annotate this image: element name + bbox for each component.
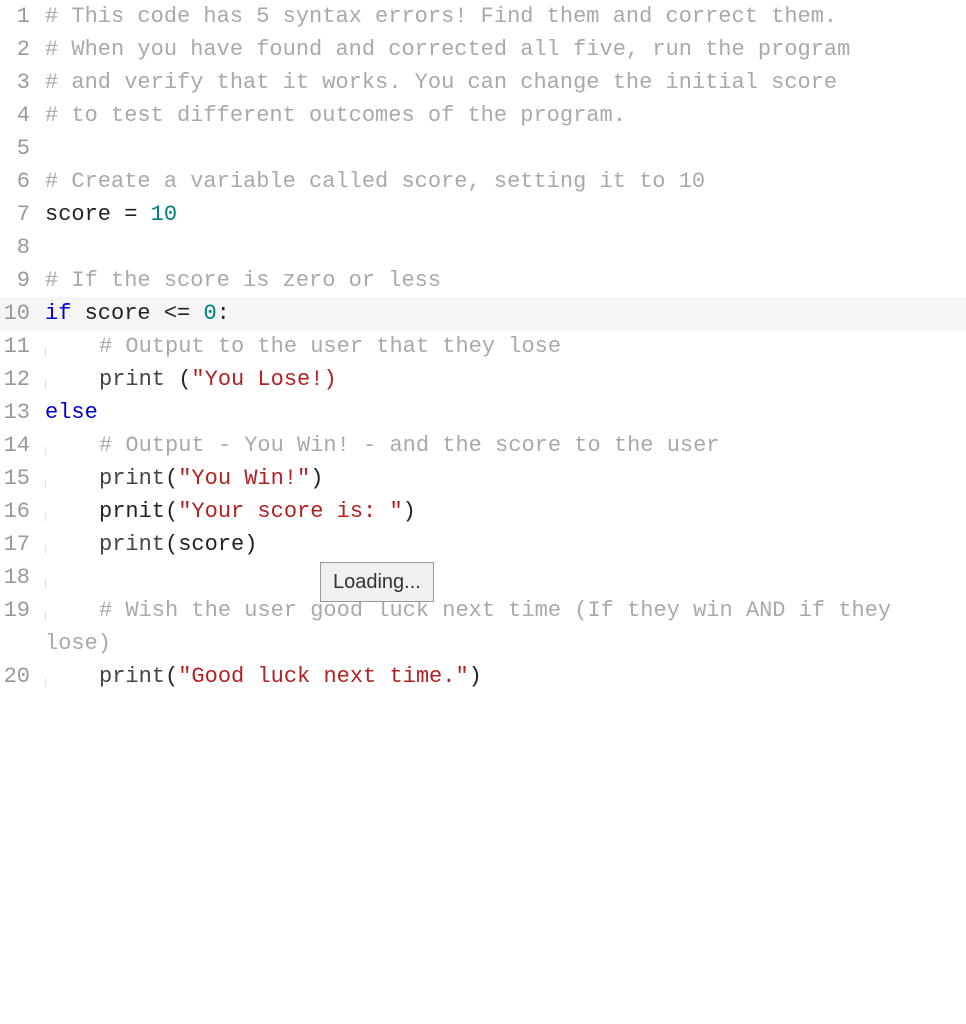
code-line[interactable]: 9# If the score is zero or less bbox=[0, 264, 966, 297]
code-content[interactable]: # Create a variable called score, settin… bbox=[45, 165, 966, 198]
code-editor[interactable]: 1# This code has 5 syntax errors! Find t… bbox=[0, 0, 966, 693]
token-number: 10 bbox=[151, 202, 177, 227]
code-line[interactable]: 4# to test different outcomes of the pro… bbox=[0, 99, 966, 132]
token-paren: ) bbox=[310, 466, 323, 491]
line-number: 4 bbox=[0, 99, 45, 132]
token-comment: # Create a variable called score, settin… bbox=[45, 169, 705, 194]
token-comment: # When you have found and corrected all … bbox=[45, 37, 850, 62]
line-number: 12 bbox=[0, 363, 45, 396]
token-comment: # Wish the user good luck next time (If … bbox=[45, 598, 904, 656]
code-content[interactable]: # When you have found and corrected all … bbox=[45, 33, 966, 66]
line-number: 8 bbox=[0, 231, 45, 264]
token-number: 0 bbox=[203, 301, 216, 326]
line-number: 11 bbox=[0, 330, 45, 363]
code-line[interactable]: 7score = 10 bbox=[0, 198, 966, 231]
code-line[interactable]: 10if score <= 0: bbox=[0, 297, 966, 330]
token-operator: <= bbox=[164, 301, 204, 326]
token-paren: ( bbox=[165, 664, 178, 689]
token-comment: # to test different outcomes of the prog… bbox=[45, 103, 626, 128]
code-line[interactable]: 6# Create a variable called score, setti… bbox=[0, 165, 966, 198]
code-content[interactable]: score = 10 bbox=[45, 198, 966, 231]
line-number: 10 bbox=[0, 297, 45, 330]
code-content[interactable]: # This code has 5 syntax errors! Find th… bbox=[45, 0, 966, 33]
token-builtin: print bbox=[99, 466, 165, 491]
code-content[interactable]: # Wish the user good luck next time (If … bbox=[45, 594, 966, 660]
code-line[interactable]: 11 # Output to the user that they lose bbox=[0, 330, 966, 363]
code-line[interactable]: 15print("You Win!") bbox=[0, 462, 966, 495]
token-string: "Your score is: " bbox=[178, 499, 402, 524]
code-line[interactable]: 8 bbox=[0, 231, 966, 264]
token-identifier: score bbox=[178, 532, 244, 557]
code-line[interactable]: 17print(score) bbox=[0, 528, 966, 561]
token-string: "You Win!" bbox=[178, 466, 310, 491]
code-line[interactable]: 19# Wish the user good luck next time (I… bbox=[0, 594, 966, 660]
line-number: 13 bbox=[0, 396, 45, 429]
line-number: 18 bbox=[0, 561, 45, 594]
token-string: "You Lose!) bbox=[191, 367, 336, 392]
line-number: 1 bbox=[0, 0, 45, 33]
line-number: 19 bbox=[0, 594, 45, 627]
code-content[interactable]: print ("You Lose!) bbox=[45, 363, 966, 396]
code-content[interactable]: print("Good luck next time.") bbox=[45, 660, 966, 693]
line-number: 20 bbox=[0, 660, 45, 693]
code-line[interactable]: 20print("Good luck next time.") bbox=[0, 660, 966, 693]
code-content[interactable]: print("You Win!") bbox=[45, 462, 966, 495]
code-content[interactable]: prnit("Your score is: ") bbox=[45, 495, 966, 528]
code-line[interactable]: 16prnit("Your score is: ") bbox=[0, 495, 966, 528]
token-paren: ( bbox=[165, 532, 178, 557]
token-paren: ) bbox=[469, 664, 482, 689]
token-comment: # This code has 5 syntax errors! Find th… bbox=[45, 4, 837, 29]
code-line[interactable]: 2# When you have found and corrected all… bbox=[0, 33, 966, 66]
token-builtin: print bbox=[99, 664, 165, 689]
code-content[interactable]: # Output - You Win! - and the score to t… bbox=[45, 429, 966, 462]
code-content[interactable]: # to test different outcomes of the prog… bbox=[45, 99, 966, 132]
token-identifier: prnit bbox=[99, 499, 165, 524]
code-content[interactable]: print(score) bbox=[45, 528, 966, 561]
token-comment: # and verify that it works. You can chan… bbox=[45, 70, 837, 95]
line-number: 14 bbox=[0, 429, 45, 462]
code-content[interactable]: if score <= 0: bbox=[45, 297, 966, 330]
line-number: 2 bbox=[0, 33, 45, 66]
code-line[interactable]: 1# This code has 5 syntax errors! Find t… bbox=[0, 0, 966, 33]
code-content[interactable] bbox=[45, 561, 966, 594]
token-keyword: if bbox=[45, 301, 71, 326]
code-content[interactable]: # If the score is zero or less bbox=[45, 264, 966, 297]
code-content[interactable]: # and verify that it works. You can chan… bbox=[45, 66, 966, 99]
loading-tooltip: Loading... bbox=[320, 562, 434, 602]
token-operator: : bbox=[217, 301, 230, 326]
code-line[interactable]: 14 # Output - You Win! - and the score to… bbox=[0, 429, 966, 462]
token-identifier: score bbox=[71, 301, 163, 326]
line-number: 3 bbox=[0, 66, 45, 99]
token-comment: # Output - You Win! - and the score to t… bbox=[99, 433, 720, 458]
token-builtin: print bbox=[99, 532, 165, 557]
token-paren: ( bbox=[178, 367, 191, 392]
code-line[interactable]: 18 bbox=[0, 561, 966, 594]
token-comment: # Output to the user that they lose bbox=[99, 334, 561, 359]
code-line[interactable]: 12print ("You Lose!) bbox=[0, 363, 966, 396]
token-keyword: else bbox=[45, 400, 98, 425]
code-line[interactable]: 5 bbox=[0, 132, 966, 165]
line-number: 16 bbox=[0, 495, 45, 528]
token-operator: = bbox=[124, 202, 150, 227]
token-paren: ( bbox=[165, 499, 178, 524]
line-number: 17 bbox=[0, 528, 45, 561]
line-number: 7 bbox=[0, 198, 45, 231]
token-paren: ( bbox=[165, 466, 178, 491]
token-builtin: print bbox=[99, 367, 178, 392]
line-number: 6 bbox=[0, 165, 45, 198]
code-content[interactable]: else bbox=[45, 396, 966, 429]
token-paren: ) bbox=[244, 532, 257, 557]
code-line[interactable]: 13else bbox=[0, 396, 966, 429]
line-number: 15 bbox=[0, 462, 45, 495]
line-number: 5 bbox=[0, 132, 45, 165]
token-paren: ) bbox=[403, 499, 416, 524]
code-content[interactable]: # Output to the user that they lose bbox=[45, 330, 966, 363]
token-string: "Good luck next time." bbox=[178, 664, 468, 689]
code-line[interactable]: 3# and verify that it works. You can cha… bbox=[0, 66, 966, 99]
token-comment: # If the score is zero or less bbox=[45, 268, 441, 293]
line-number: 9 bbox=[0, 264, 45, 297]
token-identifier: score bbox=[45, 202, 124, 227]
